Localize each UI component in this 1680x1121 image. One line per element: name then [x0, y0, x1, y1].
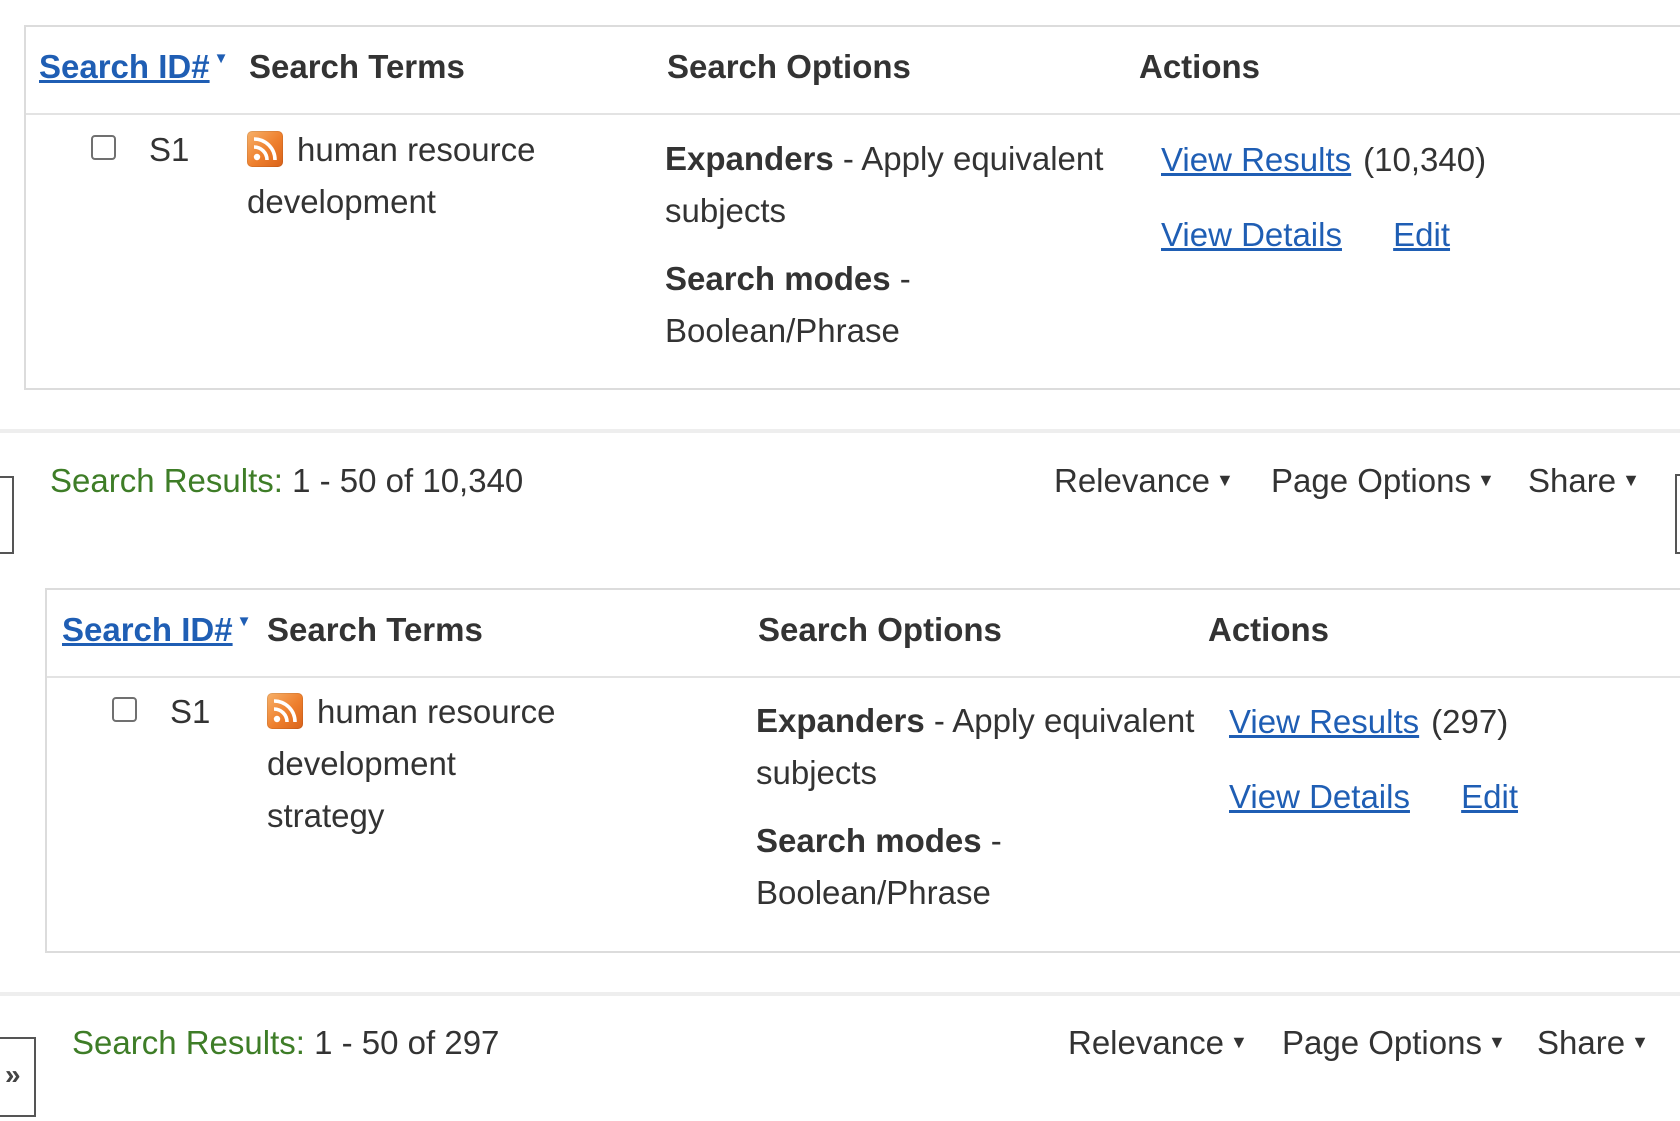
- search-options-column-header: Search Options: [667, 48, 911, 85]
- search-history-panel: Search ID# ▼ Search Terms Search Options …: [24, 25, 1680, 390]
- view-results-link[interactable]: View Results: [1161, 141, 1351, 178]
- search-id-header-label[interactable]: Search ID#: [62, 611, 233, 648]
- sort-caret-icon[interactable]: ▼: [214, 50, 229, 67]
- search-history-panel: Search ID# ▼ Search Terms Search Options …: [45, 588, 1680, 953]
- page-options-dropdown[interactable]: Page Options ▼: [1282, 1024, 1506, 1062]
- view-results-link[interactable]: View Results: [1229, 703, 1419, 740]
- relevance-sort-dropdown[interactable]: Relevance ▼: [1068, 1024, 1248, 1062]
- view-details-link[interactable]: View Details: [1229, 778, 1410, 815]
- row-select-checkbox[interactable]: [91, 135, 116, 160]
- search-terms-line1: human resource development: [267, 693, 556, 782]
- expanders-label: Expanders: [756, 702, 925, 739]
- row-select-checkbox[interactable]: [112, 697, 137, 722]
- share-label[interactable]: Share: [1537, 1024, 1625, 1061]
- detail-actions: View Details Edit: [1161, 216, 1450, 254]
- search-history-header: Search ID# ▼ Search Terms Search Options …: [47, 590, 1680, 678]
- chevron-down-icon: ▼: [1631, 1031, 1649, 1052]
- chevron-down-icon: ▼: [1229, 1031, 1248, 1052]
- page-options-label[interactable]: Page Options: [1282, 1024, 1482, 1061]
- chevron-down-icon: ▼: [1215, 469, 1234, 490]
- collapse-panel-tab[interactable]: [0, 476, 14, 554]
- search-results-range: 1 - 50 of 297: [314, 1024, 500, 1061]
- search-terms-column-header: Search Terms: [249, 48, 465, 85]
- expanders-value: - Apply equivalent: [842, 140, 1104, 177]
- share-dropdown[interactable]: Share ▼: [1537, 1024, 1649, 1062]
- search-options-value: Expanders - Apply equivalent subjects Se…: [756, 695, 1196, 919]
- relevance-label[interactable]: Relevance: [1054, 462, 1210, 499]
- search-terms-line2: strategy: [267, 797, 385, 834]
- chevron-down-icon: ▼: [1476, 469, 1495, 490]
- view-results-action: View Results (10,340): [1161, 141, 1486, 179]
- view-results-action: View Results (297): [1229, 703, 1508, 741]
- expand-panel-tab[interactable]: »: [0, 1037, 36, 1117]
- search-modes-dash: -: [899, 260, 911, 297]
- search-modes-value: Boolean/Phrase: [756, 874, 991, 911]
- search-id-column-header[interactable]: Search ID# ▼: [39, 48, 228, 86]
- search-options-value: Expanders - Apply equivalent subjects Se…: [665, 133, 1105, 357]
- search-results-label: Search Results:: [72, 1024, 305, 1061]
- expanders-value-cont: subjects: [665, 192, 787, 229]
- chevron-down-icon: ▼: [1622, 469, 1640, 490]
- share-dropdown[interactable]: Share ▼: [1528, 462, 1640, 500]
- edit-link[interactable]: Edit: [1393, 216, 1450, 253]
- section-divider: [0, 429, 1680, 433]
- search-modes-label: Search modes: [756, 822, 982, 859]
- search-modes-dash: -: [990, 822, 1002, 859]
- search-modes-label: Search modes: [665, 260, 891, 297]
- expanders-value-cont: subjects: [756, 754, 878, 791]
- relevance-label[interactable]: Relevance: [1068, 1024, 1224, 1061]
- search-terms-value: human resource development strategy: [267, 686, 737, 842]
- view-details-link[interactable]: View Details: [1161, 216, 1342, 253]
- result-count: (10,340): [1363, 141, 1487, 178]
- search-id-column-header[interactable]: Search ID# ▼: [62, 611, 251, 649]
- expanders-value: - Apply equivalent: [933, 702, 1195, 739]
- edit-link[interactable]: Edit: [1461, 778, 1518, 815]
- search-terms-line2: development: [247, 183, 436, 220]
- search-terms-column-header: Search Terms: [267, 611, 483, 648]
- relevance-sort-dropdown[interactable]: Relevance ▼: [1054, 462, 1234, 500]
- expanders-label: Expanders: [665, 140, 834, 177]
- search-terms-line1: human resource: [297, 131, 536, 168]
- search-id-value: S1: [170, 693, 211, 730]
- result-count: (297): [1431, 703, 1509, 740]
- search-results-label: Search Results:: [50, 462, 283, 499]
- right-panel-tab[interactable]: [1675, 474, 1680, 554]
- page-options-dropdown[interactable]: Page Options ▼: [1271, 462, 1495, 500]
- actions-column-header: Actions: [1139, 48, 1261, 85]
- detail-actions: View Details Edit: [1229, 778, 1518, 816]
- search-results-summary: Search Results: 1 - 50 of 10,340: [50, 462, 523, 500]
- search-id-value: S1: [149, 131, 190, 168]
- expand-panel-icon[interactable]: »: [5, 1059, 21, 1091]
- share-label[interactable]: Share: [1528, 462, 1616, 499]
- search-options-column-header: Search Options: [758, 611, 1002, 648]
- search-modes-value: Boolean/Phrase: [665, 312, 900, 349]
- chevron-down-icon: ▼: [1487, 1031, 1506, 1052]
- sort-caret-icon[interactable]: ▼: [237, 613, 252, 630]
- search-results-range: 1 - 50 of 10,340: [292, 462, 524, 499]
- actions-column-header: Actions: [1208, 611, 1330, 648]
- search-results-summary: Search Results: 1 - 50 of 297: [72, 1024, 499, 1062]
- page-options-label[interactable]: Page Options: [1271, 462, 1471, 499]
- search-terms-value: human resource development: [247, 124, 647, 228]
- section-divider: [0, 992, 1680, 996]
- search-id-header-label[interactable]: Search ID#: [39, 48, 210, 85]
- search-history-header: Search ID# ▼ Search Terms Search Options …: [26, 27, 1680, 115]
